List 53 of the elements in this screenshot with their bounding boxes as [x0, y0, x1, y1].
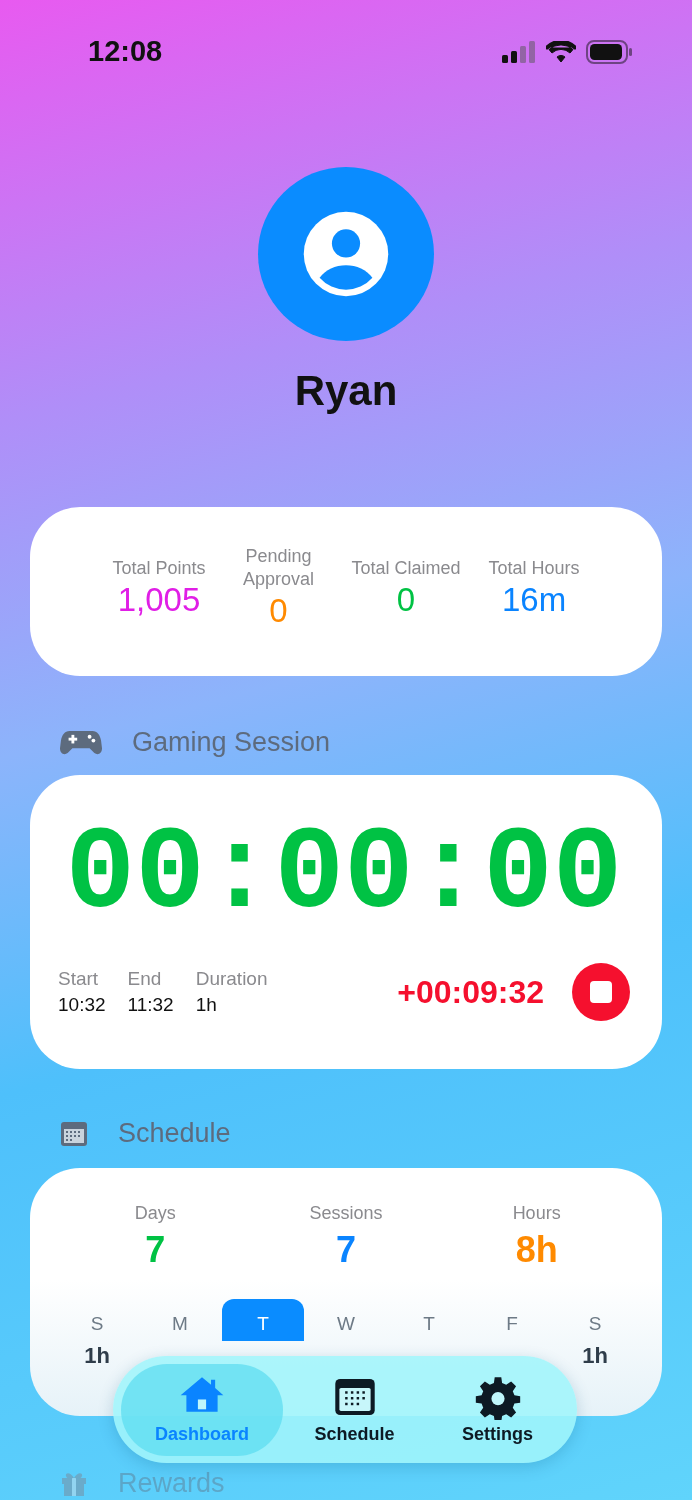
- summary-value: 8h: [515, 1228, 558, 1273]
- stat-value: 0: [396, 579, 416, 620]
- day-letter: M: [172, 1313, 188, 1336]
- status-time: 12:08: [88, 35, 163, 69]
- stat-value: 0: [269, 590, 288, 631]
- gamepad-icon: [60, 728, 102, 756]
- section-title: Gaming Session: [132, 726, 331, 758]
- day-letter: S: [90, 1313, 104, 1336]
- day-column[interactable]: S 1h: [582, 1299, 608, 1370]
- detail-value: 11:32: [127, 994, 174, 1017]
- summary-label: Sessions: [309, 1202, 383, 1226]
- detail-label: Start: [58, 968, 100, 991]
- day-column[interactable]: T: [423, 1299, 435, 1336]
- summary-value: 7: [145, 1228, 166, 1273]
- day-column[interactable]: F: [506, 1299, 518, 1336]
- detail-label: End: [127, 968, 163, 991]
- tab[interactable]: Schedule: [283, 1363, 426, 1456]
- tab[interactable]: Dashboard: [121, 1363, 283, 1456]
- day-column[interactable]: T: [222, 1299, 304, 1342]
- battery-icon: [586, 39, 634, 64]
- day-letter: S: [588, 1313, 602, 1336]
- stat-value: 16m: [501, 579, 567, 620]
- day-letter: T: [423, 1313, 435, 1336]
- stat-label: Total Hours: [488, 556, 580, 580]
- summary-label: Hours: [512, 1202, 561, 1226]
- day-letter: T: [257, 1313, 269, 1336]
- summary-value: 7: [335, 1228, 356, 1273]
- stat-value: 1,005: [117, 579, 201, 620]
- overtime-counter: +00:09:32: [397, 973, 544, 1011]
- signal-icon: [502, 40, 536, 63]
- stat-label: Total Claimed: [351, 556, 461, 580]
- day-hours: 1h: [582, 1343, 608, 1370]
- calendar-icon: [60, 1120, 88, 1147]
- day-column[interactable]: S 1h: [84, 1299, 110, 1370]
- tab[interactable]: Settings: [426, 1363, 569, 1456]
- gift-icon: [60, 1470, 88, 1497]
- stop-button[interactable]: [572, 963, 630, 1022]
- wifi-icon: [546, 40, 576, 63]
- person-icon: [302, 209, 390, 298]
- user-name: Ryan: [294, 366, 398, 415]
- summary-label: Days: [134, 1202, 176, 1226]
- stat-label: Pending Approval: [241, 544, 315, 591]
- day-column[interactable]: W: [337, 1299, 355, 1336]
- stat-label: Total Points: [112, 556, 206, 580]
- timer-display: 00:00:00: [64, 815, 624, 936]
- day-letter: W: [337, 1313, 355, 1336]
- day-hours: 1h: [84, 1343, 110, 1370]
- day-column[interactable]: M: [172, 1299, 188, 1336]
- detail-label: Duration: [195, 968, 268, 991]
- detail-value: 1h: [195, 994, 218, 1017]
- detail-value: 10:32: [58, 994, 106, 1017]
- section-title: Schedule: [118, 1118, 231, 1150]
- day-letter: F: [506, 1313, 518, 1336]
